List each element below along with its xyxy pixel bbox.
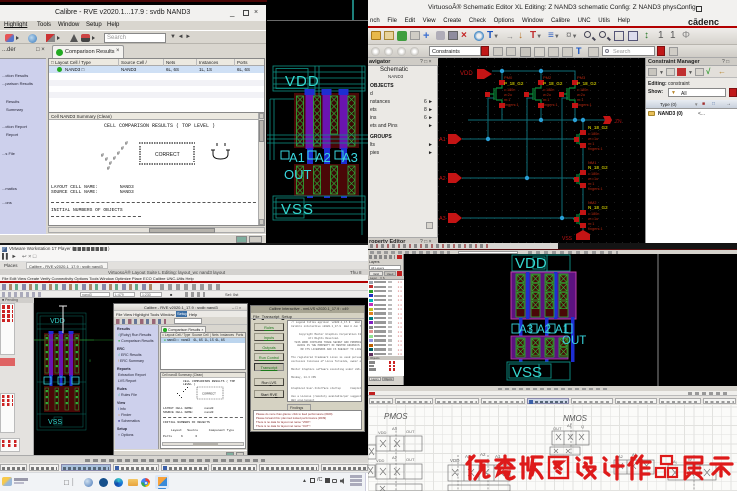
- svg-text:CORRECT: CORRECT: [155, 152, 180, 158]
- svg-text:fingers:1: fingers:1: [577, 103, 592, 107]
- svg-text:A2: A2: [315, 150, 331, 165]
- svg-text:NM1: NM1: [588, 160, 597, 165]
- svg-text:VSS: VSS: [512, 364, 542, 381]
- svg-text:w:2u: w:2u: [543, 93, 551, 97]
- svg-text:#: #: [121, 146, 124, 152]
- svg-text:VDD: VDD: [378, 430, 387, 435]
- svg-text:fingers:1: fingers:1: [588, 227, 603, 231]
- svg-text:m:1: m:1: [543, 98, 549, 102]
- svg-text:w:=1u: w:=1u: [588, 177, 598, 181]
- svg-text:c:180n: c:180n: [504, 88, 515, 92]
- svg-text:OUT: OUT: [406, 457, 415, 462]
- svg-text:OUT: OUT: [562, 335, 586, 347]
- svg-text:w:2u: w:2u: [504, 93, 512, 97]
- svg-text:NMOS: NMOS: [563, 414, 588, 423]
- svg-text:PMOS: PMOS: [384, 412, 408, 421]
- svg-text:OUT: OUT: [284, 167, 312, 182]
- svg-text:◊: ◊: [89, 358, 91, 363]
- svg-text:A1: A1: [439, 137, 446, 143]
- svg-text:PM3: PM3: [577, 75, 586, 80]
- svg-text:#: #: [117, 151, 120, 157]
- svg-text:w:2u: w:2u: [577, 93, 585, 97]
- svg-text:A3: A3: [392, 426, 398, 431]
- svg-text:Q: Q: [581, 424, 584, 429]
- svg-text:m:1: m:1: [577, 98, 583, 102]
- svg-text:P_18_G2: P_18_G2: [577, 81, 597, 86]
- svg-text:N_18_G2: N_18_G2: [588, 205, 608, 210]
- svg-text:c:180n: c:180n: [588, 172, 599, 176]
- svg-text:m:1: m:1: [588, 182, 594, 186]
- svg-text:VDD: VDD: [450, 458, 460, 463]
- svg-text:#: #: [105, 157, 108, 163]
- svg-text:A3: A3: [519, 324, 533, 336]
- svg-text:VSS: VSS: [562, 236, 573, 242]
- svg-text:m:1: m:1: [588, 222, 594, 226]
- svg-text:PM0: PM0: [504, 75, 513, 80]
- svg-text:OUT: OUT: [553, 426, 562, 431]
- svg-text:fingers:1: fingers:1: [588, 187, 603, 191]
- svg-text:A2: A2: [537, 324, 551, 336]
- svg-text:P_18_G2: P_18_G2: [504, 81, 524, 86]
- svg-text:w:=1u: w:=1u: [588, 217, 598, 221]
- svg-text:ZN: ZN: [615, 119, 622, 125]
- svg-text:A1: A1: [289, 150, 305, 165]
- svg-text:m:1: m:1: [504, 98, 510, 102]
- svg-text:CORRECT: CORRECT: [202, 392, 216, 396]
- svg-text:VDD: VDD: [460, 71, 473, 77]
- svg-text:w:=1u: w:=1u: [588, 137, 598, 141]
- svg-text:A3: A3: [439, 216, 446, 222]
- svg-text:VDD: VDD: [376, 458, 385, 463]
- svg-text:fingers:1: fingers:1: [588, 147, 603, 151]
- svg-text:N_18_G2: N_18_G2: [588, 165, 608, 170]
- svg-text:A2: A2: [439, 176, 446, 182]
- svg-text:A1: A1: [567, 423, 573, 428]
- svg-text:m:1: m:1: [588, 142, 594, 146]
- svg-text:OUT: OUT: [406, 429, 415, 434]
- svg-text:P_18_G2: P_18_G2: [543, 81, 563, 86]
- svg-text:c:180n: c:180n: [588, 132, 599, 136]
- svg-text:c:180n: c:180n: [577, 88, 588, 92]
- svg-text:#: #: [101, 153, 104, 159]
- svg-text:N_18_G2: N_18_G2: [588, 125, 608, 130]
- svg-text:fingers:1: fingers:1: [504, 103, 519, 107]
- svg-text:c:180n: c:180n: [588, 212, 599, 216]
- svg-text:#: #: [107, 166, 110, 172]
- svg-text:VDD: VDD: [515, 255, 547, 272]
- svg-text:#: #: [113, 156, 116, 162]
- svg-text:NM2: NM2: [588, 200, 597, 205]
- svg-text:VDD: VDD: [285, 73, 320, 90]
- svg-text:#: #: [125, 141, 128, 147]
- svg-text:PM2: PM2: [543, 75, 552, 80]
- svg-text:VSS: VSS: [281, 201, 314, 218]
- svg-text:fingers:1: fingers:1: [543, 103, 558, 107]
- svg-text:A3: A3: [342, 150, 358, 165]
- svg-text:A2: A2: [392, 455, 398, 460]
- svg-text:c:180n: c:180n: [543, 88, 554, 92]
